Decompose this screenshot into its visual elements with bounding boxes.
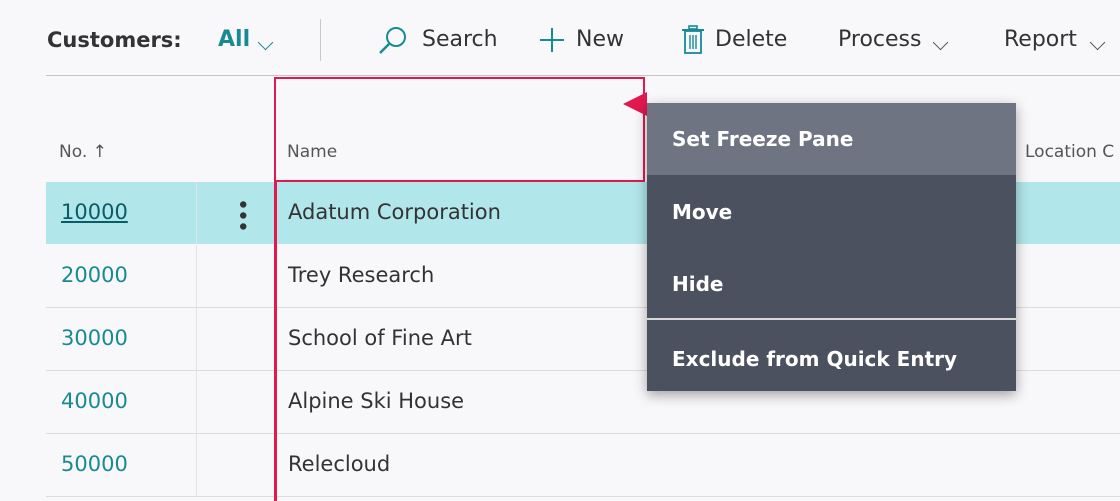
focused-column-header-outline bbox=[274, 77, 645, 180]
column-header-no[interactable]: No. ↑ bbox=[59, 142, 107, 162]
process-menu-button[interactable]: Process bbox=[838, 27, 921, 52]
column-divider bbox=[196, 434, 197, 496]
chevron-down-icon bbox=[1089, 34, 1106, 51]
menu-item-move[interactable]: Move bbox=[647, 175, 1016, 247]
column-divider bbox=[196, 182, 197, 244]
toolbar-divider bbox=[320, 19, 321, 61]
chevron-down-icon bbox=[932, 34, 949, 51]
chevron-down-icon[interactable] bbox=[257, 34, 274, 51]
new-button[interactable]: New bbox=[576, 27, 624, 52]
menu-item-hide[interactable]: Hide bbox=[647, 247, 1016, 318]
column-divider bbox=[196, 371, 197, 433]
page-title: Customers: bbox=[47, 28, 182, 52]
column-context-menu: Set Freeze Pane Move Hide Exclude from Q… bbox=[647, 103, 1016, 391]
focused-column-marker bbox=[274, 180, 277, 501]
column-header-location[interactable]: Location C bbox=[1025, 142, 1114, 162]
customer-no-link[interactable]: 40000 bbox=[61, 389, 128, 413]
customer-name[interactable]: Trey Research bbox=[288, 263, 434, 287]
menu-pointer-icon bbox=[623, 92, 647, 116]
customer-no-link[interactable]: 30000 bbox=[61, 326, 128, 350]
menu-item-set-freeze-pane[interactable]: Set Freeze Pane bbox=[647, 103, 1016, 175]
search-button[interactable]: Search bbox=[422, 27, 498, 52]
customer-name[interactable]: Relecloud bbox=[288, 452, 390, 476]
column-divider bbox=[196, 245, 197, 307]
delete-button[interactable]: Delete bbox=[715, 27, 787, 52]
customer-name[interactable]: Adatum Corporation bbox=[288, 200, 501, 224]
more-options-icon[interactable]: ••• bbox=[229, 198, 254, 231]
action-bar: Customers: All Search New Delete Process… bbox=[0, 0, 1120, 76]
table-row[interactable]: 50000 Relecloud bbox=[46, 434, 1120, 497]
trash-icon[interactable] bbox=[680, 24, 706, 56]
column-divider bbox=[196, 308, 197, 370]
report-menu-button[interactable]: Report bbox=[1004, 27, 1077, 52]
customer-name[interactable]: School of Fine Art bbox=[288, 326, 472, 350]
customer-no-link[interactable]: 50000 bbox=[61, 452, 128, 476]
customer-name[interactable]: Alpine Ski House bbox=[288, 389, 464, 413]
focused-column-header-underline bbox=[274, 180, 645, 182]
view-filter-button[interactable]: All bbox=[218, 27, 250, 52]
customer-no-link[interactable]: 10000 bbox=[61, 200, 128, 224]
menu-item-exclude-from-quick-entry[interactable]: Exclude from Quick Entry bbox=[647, 320, 1016, 391]
plus-icon[interactable] bbox=[537, 25, 567, 55]
search-icon[interactable] bbox=[376, 24, 410, 58]
customer-no-link[interactable]: 20000 bbox=[61, 263, 128, 287]
